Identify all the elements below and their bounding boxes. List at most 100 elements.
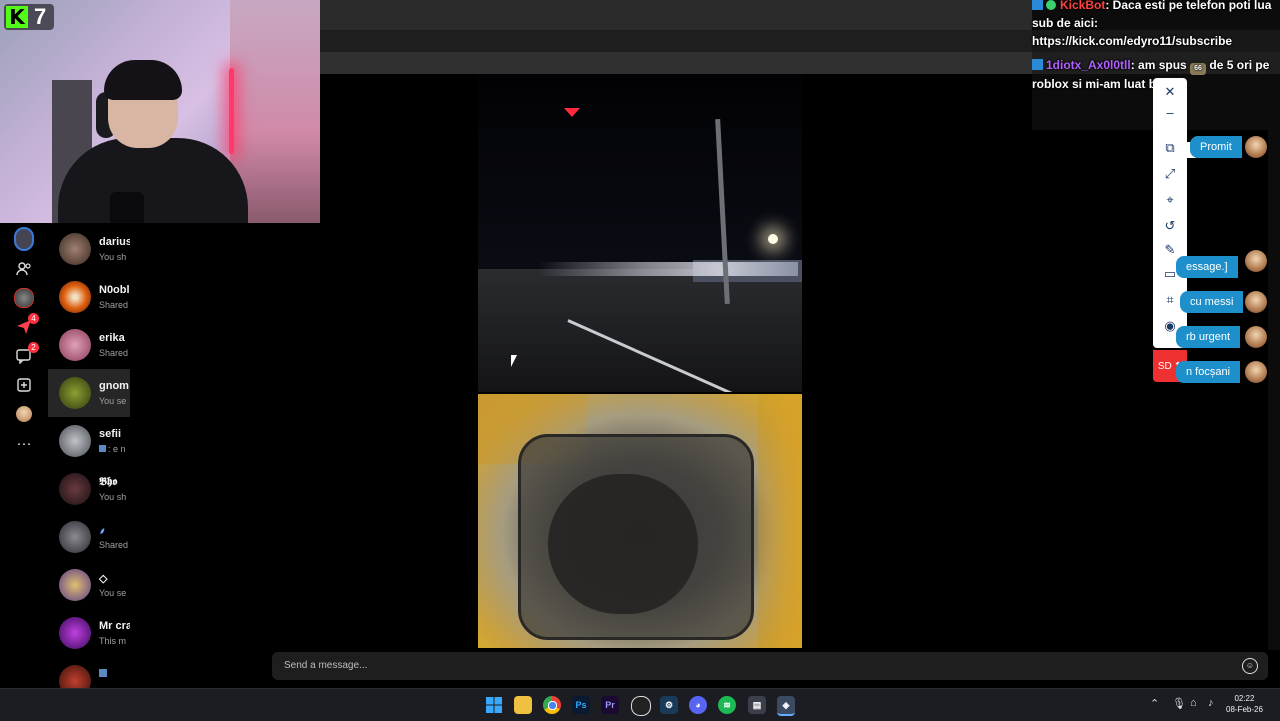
emoji-icon[interactable]: ☺ [1242,658,1258,674]
messages-badge: 2 [28,342,39,353]
list-item[interactable]: N0obl Shared [48,273,130,321]
tray-expand-icon[interactable]: ⌃ [1150,697,1159,710]
messages-icon[interactable]: 2 [14,342,39,366]
list-item[interactable]: ⸙ Shared [48,513,130,561]
close-icon[interactable]: ✕ [1160,82,1180,102]
message-bubble[interactable]: essage.] [1176,256,1238,278]
clock-date: 08-Feb-26 [1226,705,1263,714]
list-item-name: darius [99,236,130,248]
chat-username[interactable]: 1diotx_Ax0l0tll [1046,58,1131,72]
minimize-icon[interactable]: – [1160,102,1180,122]
message-bubble[interactable]: Promit [1190,136,1242,158]
bot-badge-icon [1032,59,1043,70]
premiere-icon[interactable]: Pr [601,696,619,714]
video-road [478,269,802,392]
active-app-icon[interactable]: ◈ [777,696,795,716]
send-badge: 4 [28,313,39,324]
list-item[interactable]: Mr cra This m [48,609,130,657]
spotify-icon[interactable]: ≋ [718,696,736,714]
streamer-body [58,138,248,223]
list-item-name: N0obl [99,284,130,296]
scrollbar[interactable] [1268,130,1280,650]
windows-taskbar: Ps Pr ⚙ ◕ ≋ ▤ ◈ ⌃ 🎙 ⌂ ♪ 02:22 08-Feb-26 [0,688,1280,721]
list-item[interactable]: sefii : e n [48,417,130,465]
list-item-name: Mr cra [99,620,130,632]
microphone-icon[interactable]: 🎙 [1172,697,1186,710]
file-explorer-icon[interactable] [514,696,532,714]
left-nav-rail: 4 2 ··· [0,223,49,688]
list-item-preview: This m [99,636,126,646]
list-item[interactable] [48,657,130,688]
chat-text: : am spus [1130,58,1187,72]
expand-icon[interactable]: ⤢ [1160,164,1180,184]
undo-icon[interactable]: ↺ [1160,216,1180,236]
list-item-name: erika [99,332,125,344]
message-bubble[interactable]: cu messi [1180,291,1244,313]
list-item-name [99,668,107,680]
avatar [1245,136,1267,158]
network-icon[interactable]: ⌂ [1190,697,1197,709]
avatar [59,617,91,649]
video-city-lights [538,262,798,276]
clock-time: 02:22 [1234,694,1255,703]
video-yellow-side [758,394,802,648]
dashcam-video-top[interactable] [478,74,802,392]
explore-avatar-icon[interactable] [14,288,34,308]
list-item-name: ⸙ [99,524,106,537]
recording-marker-icon [564,108,580,117]
list-item[interactable]: ◇ You se [48,561,130,609]
avatar [1245,361,1267,383]
avatar [1245,291,1267,313]
list-item[interactable]: 𝕭𝖍𝖔 You sh [48,465,130,513]
dashcam-video-bottom[interactable] [478,394,802,648]
video-sky [478,74,802,269]
list-item-preview: : e n [99,444,126,454]
emoji-icon [99,669,107,677]
chrome-icon[interactable] [543,696,561,714]
terminal-icon[interactable]: ▤ [748,696,766,714]
add-icon[interactable] [14,375,34,395]
avatar [59,665,91,688]
list-item[interactable]: gnom You se [48,369,130,417]
list-item-preview: You se [99,396,127,406]
list-item-preview: Shared [99,348,129,358]
avatar [59,569,91,601]
people-icon[interactable] [14,259,34,279]
chat-message: KickBot: Daca esti pe telefon poti lua s… [1032,0,1280,50]
list-item-preview-text: : e n [108,444,126,454]
sd-label: SD [1157,360,1172,372]
volume-icon[interactable]: ♪ [1208,697,1214,709]
profile-avatar-icon[interactable] [14,227,34,251]
discord-icon[interactable]: ◕ [689,696,707,714]
crop-icon[interactable]: ⌗ [1160,290,1180,310]
windows-start-icon[interactable] [485,696,503,714]
avatar [59,281,91,313]
list-item[interactable]: darius You sh [48,225,130,273]
message-bubble[interactable]: n focșani [1176,361,1241,383]
photoshop-icon[interactable]: Ps [572,696,590,714]
more-icon[interactable]: ··· [14,433,34,453]
kick-badge-number: 7 [34,4,47,29]
list-item-preview: You sh [99,252,127,262]
emoji-icon [99,445,106,452]
screenshot-icon[interactable]: ⧉ [1160,138,1180,158]
verified-badge-icon [1046,0,1056,10]
video-lamp [768,234,778,244]
pen-icon[interactable]: ✎ [1160,240,1180,260]
steam-icon[interactable]: ⚙ [660,696,678,714]
list-item-name: sefii [99,428,122,440]
avatar [1245,326,1267,348]
chat-username[interactable]: KickBot [1060,0,1105,12]
list-item[interactable]: erika Shared [48,321,130,369]
user-avatar-icon[interactable] [14,404,34,424]
avatar [59,377,91,409]
message-input[interactable]: Send a message... ☺ [272,652,1268,680]
taskbar-clock[interactable]: 02:22 08-Feb-26 [1226,693,1263,715]
pin-icon[interactable]: ⌖ [1160,190,1180,210]
list-item-preview: Shared [99,300,129,310]
list-item-preview: Shared [99,540,129,550]
send-icon[interactable]: 4 [14,313,39,337]
obs-icon[interactable] [631,696,651,716]
message-bubble[interactable]: rb urgent [1176,326,1241,348]
microphone [110,192,144,223]
